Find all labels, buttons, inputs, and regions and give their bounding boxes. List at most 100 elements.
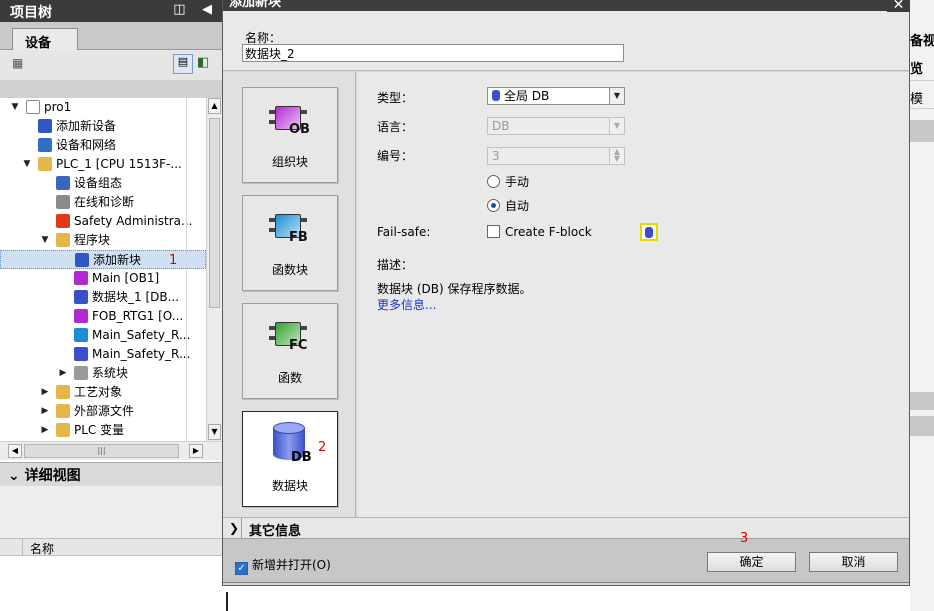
radio-circle[interactable] <box>487 175 500 188</box>
description-label: 描述： <box>377 258 414 272</box>
tree-item-label: FOB_RTG1 [O... <box>92 309 184 323</box>
panel-header-buttons[interactable]: ◫ ◀ <box>173 2 218 17</box>
block-type-fb[interactable]: FB 函数块 <box>242 195 338 291</box>
block-type-db[interactable]: DB 数据块 2 <box>242 411 338 507</box>
spinner-icon: ▲ ▼ <box>609 148 624 164</box>
block-type-label: 组织块 <box>271 155 308 169</box>
scroll-down-icon[interactable]: ▼ <box>208 424 221 440</box>
tree-expander-icon[interactable]: ▶ <box>40 383 50 402</box>
background-toolbar <box>910 120 934 142</box>
project-tree-title-text: 项目树 <box>10 5 52 21</box>
tree-item[interactable]: 数据块_1 [DB... <box>0 288 206 307</box>
tree-item[interactable]: 添加新设备 <box>0 117 206 136</box>
tree-toolbar-icon[interactable]: ▦ <box>12 56 23 70</box>
name-input[interactable] <box>242 44 624 62</box>
create-fblock-checkbox[interactable]: Create F-block <box>487 225 592 239</box>
add-new-block-dialog: 添加新块 名称： OB 组织块 FB 函数块 FC 函数 DB 数据块 2 类型： 全局 DB … <box>222 0 910 586</box>
tree-item-label: 程序块 <box>74 233 111 247</box>
tree-item[interactable]: ▶ 工艺对象 <box>0 383 206 402</box>
tree-item[interactable]: ▼ PLC_1 [CPU 1513F-... <box>0 155 206 174</box>
checkmark-icon[interactable]: ✓ <box>235 562 248 575</box>
tree-item-label: 数据块_1 [DB... <box>92 290 180 304</box>
number-value: 3 <box>492 149 500 163</box>
name-section: 名称： <box>223 11 909 71</box>
block-type-label: 函数块 <box>271 263 308 277</box>
tree-expander-icon[interactable]: ▶ <box>40 421 50 440</box>
type-select[interactable]: 全局 DB ▼ <box>487 87 625 105</box>
column-name[interactable]: 名称 <box>30 540 54 557</box>
scroll-left-icon[interactable]: ◀ <box>8 444 22 458</box>
tree-item[interactable]: 添加新块 1 <box>0 250 206 269</box>
hscroll-thumb[interactable]: ||| <box>24 444 179 458</box>
tree-item-label: PLC_1 [CPU 1513F-... <box>56 157 182 171</box>
radio-manual[interactable]: 手动 <box>487 173 529 190</box>
status-strip <box>222 586 910 611</box>
block-type-panel: OB 组织块 FB 函数块 FC 函数 DB 数据块 2 <box>223 72 356 517</box>
radio-auto[interactable]: 自动 <box>487 197 529 214</box>
tree-item[interactable]: ▶ 系统块 <box>0 364 206 383</box>
type-value: 全局 DB <box>504 89 550 103</box>
marker-1: 1 <box>169 253 178 268</box>
language-label: 语言： <box>377 120 414 134</box>
more-info-link[interactable]: 更多信息... <box>377 296 436 313</box>
close-icon[interactable]: ✕ <box>887 0 910 12</box>
tree-expander-icon[interactable]: ▼ <box>22 155 32 174</box>
tree-item[interactable]: 在线和诊断 <box>0 193 206 212</box>
scroll-right-icon[interactable]: ▶ <box>189 444 203 458</box>
tree-item[interactable]: Safety Administra... <box>0 212 206 231</box>
marker-3: 3 <box>740 531 749 546</box>
tree-item-label: 工艺对象 <box>74 385 123 399</box>
additional-info-section[interactable]: ❯ 其它信息 <box>223 517 909 539</box>
tree-item[interactable]: ▼ 程序块 <box>0 231 206 250</box>
cancel-button[interactable]: 取消 <box>809 552 898 572</box>
detail-view-header[interactable]: ⌄ 详细视图 <box>0 462 222 486</box>
divider <box>241 518 242 539</box>
additional-info-title: 其它信息 <box>249 524 302 539</box>
radio-circle-selected[interactable] <box>487 199 500 212</box>
tree-item[interactable]: Main_Safety_R... <box>0 326 206 345</box>
type-label: 类型： <box>377 91 414 105</box>
tree-item[interactable]: Main_Safety_R... <box>0 345 206 364</box>
background-label-2: 览 <box>910 62 924 77</box>
tree-item[interactable]: Main [OB1] <box>0 269 206 288</box>
chevron-down-icon[interactable]: ▼ <box>609 88 624 104</box>
program-blocks-folder-icon <box>56 233 70 247</box>
tree-item[interactable]: ▶ PLC 变量 <box>0 421 206 440</box>
tree-item[interactable]: 设备和网络 <box>0 136 206 155</box>
project-tree-toolbar: ▦ ▤ ◧ <box>0 50 222 80</box>
tree-horizontal-scrollbar[interactable]: ◀ ||| ▶ <box>0 441 222 460</box>
tree-vertical-scrollbar[interactable]: ▲ ▼ <box>206 98 222 441</box>
tree-expander-icon[interactable]: ▶ <box>58 364 68 383</box>
tree-item[interactable]: ▶ 外部源文件 <box>0 402 206 421</box>
checkbox[interactable] <box>487 225 500 238</box>
scrollbar-thumb[interactable] <box>209 118 220 308</box>
tree-expander-icon[interactable]: ▼ <box>40 231 50 250</box>
background-editor-panel: 备视 览 模 <box>910 0 934 611</box>
tree-item[interactable]: 设备组态 <box>0 174 206 193</box>
tree-expander-icon[interactable]: ▶ <box>40 402 50 421</box>
safety-icon <box>56 214 70 228</box>
scroll-up-icon[interactable]: ▲ <box>208 98 221 114</box>
tree-item[interactable]: ▼ pro1 <box>0 98 206 117</box>
tree-item-label: 在线和诊断 <box>74 195 135 209</box>
f-db-icon <box>640 223 658 241</box>
tree-item-label: 设备和网络 <box>56 138 117 152</box>
sync-icon[interactable]: ◧ <box>197 55 209 70</box>
tree-item[interactable]: FOB_RTG1 [O... <box>0 307 206 326</box>
tree-item-label: 设备组态 <box>74 176 123 190</box>
add-block-icon <box>75 253 89 267</box>
block-type-ob[interactable]: OB 组织块 <box>242 87 338 183</box>
plc-tags-icon <box>56 423 70 437</box>
chevron-right-icon[interactable]: ❯ <box>229 521 239 535</box>
block-type-fc[interactable]: FC 函数 <box>242 303 338 399</box>
tree-expander-icon[interactable]: ▼ <box>10 98 20 117</box>
tab-devices[interactable]: 设备 <box>12 28 78 51</box>
radio-auto-label: 自动 <box>505 199 530 213</box>
add-and-open-checkbox[interactable]: ✓ 新增并打开(O) <box>235 556 331 575</box>
ok-button[interactable]: 确定 <box>707 552 796 572</box>
tree-header-gap <box>0 80 222 98</box>
chevron-down-icon[interactable]: ⌄ <box>8 468 20 484</box>
tree-item-label: PLC 变量 <box>74 423 125 437</box>
overview-icon[interactable]: ▤ <box>173 54 193 74</box>
number-spinner: 3 ▲ ▼ <box>487 147 625 165</box>
